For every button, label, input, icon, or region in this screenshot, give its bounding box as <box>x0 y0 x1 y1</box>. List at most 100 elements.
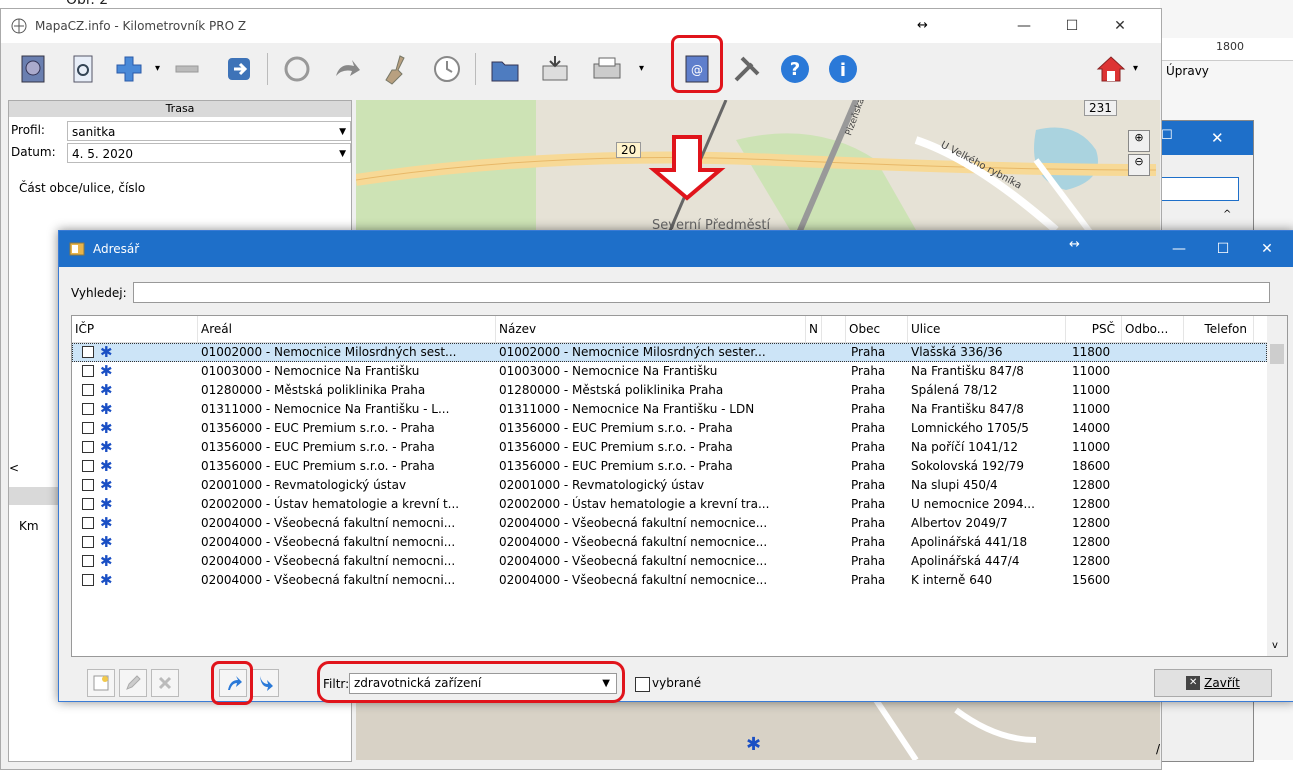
route-icon <box>21 55 45 83</box>
upravy-menu[interactable]: Úpravy <box>1166 64 1209 78</box>
row-checkbox[interactable] <box>82 422 94 434</box>
column-header-telefon[interactable]: Telefon <box>1184 316 1254 342</box>
open-file-button[interactable] <box>485 49 525 89</box>
date-select[interactable]: 4. 5. 2020 ▼ <box>67 143 351 163</box>
ruler-value: 1800 <box>1216 40 1244 53</box>
row-checkbox[interactable] <box>82 555 94 567</box>
table-scrollbar[interactable]: v <box>1267 316 1287 656</box>
close-icon[interactable]: ✕ <box>1211 129 1224 147</box>
cell-nazev: 01356000 - EUC Premium s.r.o. - Praha <box>499 459 733 473</box>
row-checkbox[interactable] <box>82 517 94 529</box>
history-button[interactable] <box>427 49 467 89</box>
new-address-button[interactable] <box>87 669 115 697</box>
scroll-thumb[interactable] <box>1270 344 1284 364</box>
info-button[interactable]: i <box>823 49 863 89</box>
table-row[interactable]: ✱ 01280000 - Městská poliklinika Praha 012… <box>72 381 1267 400</box>
cell-ulice: Na poříčí 1041/12 <box>911 440 1018 454</box>
table-row[interactable]: ✱ 02004000 - Všeobecná fakultní nemocni..… <box>72 533 1267 552</box>
print-button[interactable] <box>587 49 627 89</box>
background-dialog-input[interactable] <box>1151 177 1239 201</box>
toolbar-separator <box>475 53 476 85</box>
minimize-button[interactable]: — <box>1001 9 1047 43</box>
row-checkbox[interactable] <box>82 536 94 548</box>
new-route-button[interactable] <box>13 49 53 89</box>
chevron-up-icon[interactable]: ^ <box>1223 209 1231 220</box>
column-header-blank[interactable] <box>822 316 846 342</box>
table-row[interactable]: ✱ 02002000 - Ústav hematologie a krevní t… <box>72 495 1267 514</box>
cell-nazev: 01003000 - Nemocnice Na Františku <box>499 364 718 378</box>
table-row[interactable]: ✱ 01002000 - Nemocnice Milosrdných sest..… <box>72 343 1267 362</box>
row-checkbox[interactable] <box>82 346 94 358</box>
recalculate-button[interactable] <box>277 49 317 89</box>
save-file-button[interactable] <box>535 49 575 89</box>
table-row[interactable]: ✱ 01003000 - Nemocnice Na Františku 010030… <box>72 362 1267 381</box>
home-button[interactable] <box>1091 49 1131 89</box>
clear-button[interactable] <box>377 49 417 89</box>
cell-psc: 14000 <box>1072 421 1111 435</box>
delete-address-button[interactable] <box>151 669 179 697</box>
table-row[interactable]: ✱ 01356000 - EUC Premium s.r.o. - Praha 01… <box>72 457 1267 476</box>
set-destination-button[interactable] <box>251 669 279 697</box>
column-header-psc[interactable]: PSČ <box>1066 316 1122 342</box>
close-dialog-button[interactable]: ✕ Zavřít <box>1154 669 1272 697</box>
cell-obec: Praha <box>851 459 886 473</box>
row-checkbox[interactable] <box>82 498 94 510</box>
vybrane-checkbox[interactable] <box>635 677 650 692</box>
row-checkbox[interactable] <box>82 441 94 453</box>
column-header-areal[interactable]: Areál <box>198 316 496 342</box>
row-checkbox[interactable] <box>82 574 94 586</box>
search-map-button[interactable] <box>63 49 103 89</box>
settings-button[interactable] <box>727 49 767 89</box>
column-header-obec[interactable]: Obec <box>846 316 908 342</box>
profile-select[interactable]: sanitka ▼ <box>67 121 351 141</box>
column-header-icp[interactable]: IČP <box>72 316 198 342</box>
column-header-odbornost[interactable]: Odbo... <box>1122 316 1184 342</box>
column-header-ulice[interactable]: Ulice <box>908 316 1066 342</box>
row-checkbox[interactable] <box>82 460 94 472</box>
zoom-in-button[interactable]: ⊕ <box>1128 130 1150 152</box>
row-checkbox[interactable] <box>82 384 94 396</box>
table-row[interactable]: ✱ 02004000 - Všeobecná fakultní nemocni..… <box>72 571 1267 590</box>
add-point-button[interactable] <box>109 49 149 89</box>
cell-ulice: Sokolovská 192/79 <box>911 459 1024 473</box>
remove-point-button[interactable] <box>167 49 207 89</box>
row-checkbox[interactable] <box>82 403 94 415</box>
edit-address-button[interactable] <box>119 669 147 697</box>
chevron-down-icon[interactable]: v <box>1272 640 1278 651</box>
chevron-down-icon[interactable]: ▾ <box>155 63 160 74</box>
medical-star-icon: ✱ <box>100 362 113 380</box>
chevron-down-icon[interactable]: ▾ <box>639 63 644 74</box>
table-row[interactable]: ✱ 01356000 - EUC Premium s.r.o. - Praha 01… <box>72 438 1267 457</box>
move-point-button[interactable] <box>219 49 259 89</box>
maximize-button[interactable]: ☐ <box>1201 231 1245 267</box>
zoom-out-button[interactable]: ⊖ <box>1128 154 1150 176</box>
row-checkbox[interactable] <box>82 365 94 377</box>
cell-obec: Praha <box>851 573 886 587</box>
redo-button[interactable] <box>327 49 367 89</box>
route-end-icon <box>260 676 273 691</box>
folder-icon <box>491 61 519 82</box>
table-row[interactable]: ✱ 02004000 - Všeobecná fakultní nemocni..… <box>72 552 1267 571</box>
table-row[interactable]: ✱ 02001000 - Revmatologický ústav 02001000… <box>72 476 1267 495</box>
chevron-down-icon[interactable]: ▾ <box>1133 63 1138 74</box>
medical-star-icon: ✱ <box>100 419 113 437</box>
scroll-left-icon[interactable]: < <box>9 461 19 475</box>
table-row[interactable]: ✱ 01311000 - Nemocnice Na Františku - L..… <box>72 400 1267 419</box>
column-header-n[interactable]: N <box>806 316 822 342</box>
column-header-nazev[interactable]: Název <box>496 316 806 342</box>
broom-icon <box>385 55 405 85</box>
close-button[interactable]: ✕ <box>1097 9 1143 43</box>
new-note-icon <box>93 675 109 691</box>
help-button[interactable]: ? <box>775 49 815 89</box>
minimize-button[interactable]: — <box>1157 231 1201 267</box>
cell-nazev: 01002000 - Nemocnice Milosrdných sester.… <box>499 345 766 359</box>
close-button[interactable]: ✕ <box>1245 231 1289 267</box>
table-row[interactable]: ✱ 02004000 - Všeobecná fakultní nemocni..… <box>72 514 1267 533</box>
table-row[interactable]: ✱ 01356000 - EUC Premium s.r.o. - Praha 01… <box>72 419 1267 438</box>
search-input[interactable] <box>132 282 1270 303</box>
restore-icon[interactable]: ☐ <box>1161 128 1173 143</box>
maximize-button[interactable]: ☐ <box>1049 9 1095 43</box>
cell-psc: 12800 <box>1072 535 1111 549</box>
medical-star-icon: ✱ <box>100 495 113 513</box>
row-checkbox[interactable] <box>82 479 94 491</box>
